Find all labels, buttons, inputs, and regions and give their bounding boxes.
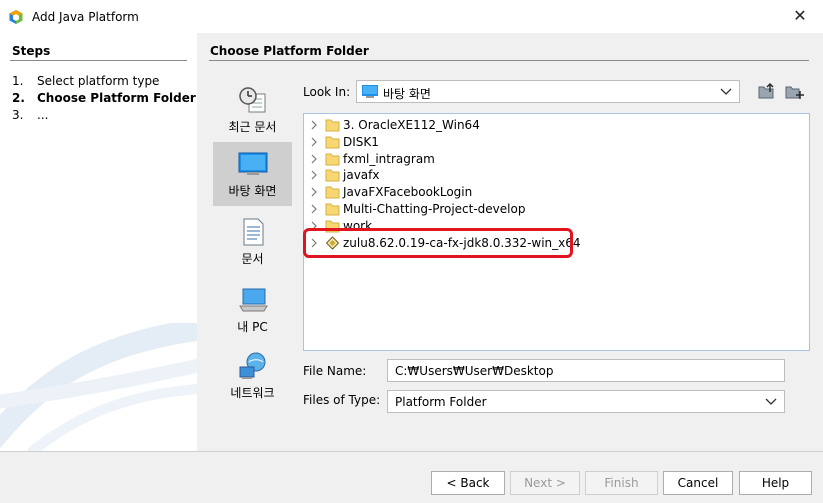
help-button[interactable]: Help <box>739 471 812 495</box>
desktop-icon <box>238 152 268 175</box>
places-documents[interactable]: 문서 <box>213 210 292 274</box>
recent-documents-icon <box>239 87 266 113</box>
chevron-down-icon <box>720 88 732 95</box>
look-in-combo[interactable]: 바탕 화면 <box>356 80 740 103</box>
places-this-pc[interactable]: 내 PC <box>213 278 292 342</box>
list-item[interactable]: javafx <box>304 167 804 184</box>
list-item[interactable]: 3. OracleXE112_Win64 <box>304 117 804 134</box>
folder-icon <box>325 119 340 132</box>
file-name: JavaFXFacebookLogin <box>343 185 473 200</box>
chevron-right-icon[interactable] <box>309 170 319 180</box>
documents-icon <box>243 218 264 246</box>
chevron-down-icon <box>765 398 777 405</box>
up-one-level-icon[interactable] <box>756 81 776 101</box>
places-network[interactable]: 네트워크 <box>213 344 292 408</box>
list-item[interactable]: Multi-Chatting-Project-develop <box>304 201 804 218</box>
places-recent[interactable]: 최근 문서 <box>213 78 292 142</box>
title-bar: Add Java Platform ✕ <box>0 0 823 33</box>
step-item-current: 2. Choose Platform Folder <box>12 91 196 105</box>
new-folder-icon[interactable] <box>784 81 804 101</box>
step-label: Choose Platform Folder <box>37 91 196 105</box>
folder-icon <box>325 153 340 166</box>
page-title: Choose Platform Folder <box>210 44 369 58</box>
list-item[interactable]: DISK1 <box>304 134 804 151</box>
places-label: 네트워크 <box>230 386 275 400</box>
list-item[interactable]: JavaFXFacebookLogin <box>304 184 804 201</box>
list-item[interactable]: fxml_intragram <box>304 151 804 168</box>
places-desktop[interactable]: 바탕 화면 <box>213 142 292 206</box>
file-name: 3. OracleXE112_Win64 <box>343 118 480 132</box>
step-label: ... <box>37 108 49 122</box>
steps-panel: Steps 1. Select platform type 2. Choose Pl… <box>0 33 197 451</box>
look-in-label: Look In: <box>303 85 351 99</box>
places-label: 문서 <box>241 252 264 266</box>
files-of-type-label: Files of Type: <box>303 393 381 407</box>
places-label: 바탕 화면 <box>228 184 277 198</box>
file-name: fxml_intragram <box>343 151 435 166</box>
highlight-annotation <box>303 228 573 258</box>
computer-icon <box>239 288 268 312</box>
window-title: Add Java Platform <box>32 10 139 24</box>
places-label: 최근 문서 <box>228 120 277 134</box>
chevron-right-icon[interactable] <box>309 154 319 164</box>
steps-divider <box>10 60 187 61</box>
step-item: 3.... <box>12 108 49 122</box>
cancel-button[interactable]: Cancel <box>663 471 733 495</box>
file-name: javafx <box>343 168 380 183</box>
next-button[interactable]: Next > <box>510 471 580 495</box>
file-name: DISK1 <box>343 134 379 149</box>
network-icon <box>239 352 266 379</box>
title-divider <box>209 60 809 61</box>
chevron-right-icon[interactable] <box>309 204 319 214</box>
netbeans-app-icon <box>9 10 23 24</box>
close-icon[interactable]: ✕ <box>790 6 810 26</box>
file-name-field[interactable]: C:₩Users₩User₩Desktop <box>387 359 785 382</box>
finish-button[interactable]: Finish <box>585 471 658 495</box>
steps-title: Steps <box>12 44 51 58</box>
places-label: 내 PC <box>237 320 268 334</box>
decorative-watermark <box>0 323 197 451</box>
look-in-value: 바탕 화면 <box>383 87 431 101</box>
desktop-small-icon <box>362 85 378 98</box>
chevron-right-icon[interactable] <box>309 137 319 147</box>
folder-icon <box>325 186 340 199</box>
chevron-right-icon[interactable] <box>309 187 319 197</box>
back-button[interactable]: < Back <box>431 471 505 495</box>
chevron-right-icon[interactable] <box>309 120 319 130</box>
folder-icon <box>325 136 340 149</box>
files-of-type-value: Platform Folder <box>395 395 487 409</box>
file-name-label: File Name: <box>303 364 367 378</box>
step-label: Select platform type <box>37 74 160 88</box>
folder-icon <box>325 169 340 182</box>
file-name-value: C:₩Users₩User₩Desktop <box>395 364 554 378</box>
files-of-type-combo[interactable]: Platform Folder <box>387 390 785 413</box>
file-name: Multi-Chatting-Project-develop <box>343 202 526 216</box>
folder-icon <box>325 203 340 216</box>
step-item: 1. Select platform type <box>12 74 160 88</box>
footer-divider <box>0 451 823 452</box>
